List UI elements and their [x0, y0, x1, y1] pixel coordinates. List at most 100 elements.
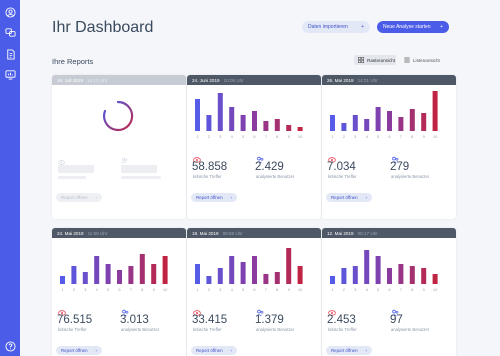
chevron-right-icon: ›: [365, 348, 367, 353]
report-date: 24. Juni 2019: [192, 77, 220, 83]
x-tick-label: 6: [388, 287, 391, 292]
x-tick-label: 1: [196, 134, 199, 139]
chart-bar: [375, 107, 381, 131]
analyzed-users-value: 1.379: [255, 314, 284, 326]
x-tick-label: 3: [354, 134, 357, 139]
report-time: 08:17 Uhr: [357, 230, 378, 236]
chart-bar: [195, 264, 200, 284]
analyzed-users-label: analysierte Benutzer: [256, 327, 295, 332]
chart-bar: [364, 119, 370, 131]
x-tick-label: 7: [400, 134, 403, 139]
report-card: 12. Mai 2019 08:17 Uhr 1 2 3 4 5 6 7 8 9 10 2.453 97 k…: [322, 228, 456, 356]
x-tick-label: 5: [242, 134, 245, 139]
x-tick-label: 9: [153, 287, 156, 292]
chart-bar: [297, 266, 303, 284]
chart-bar: [195, 99, 200, 131]
open-report-button[interactable]: Report öffnen ›: [56, 193, 102, 202]
chart-bar: [151, 264, 157, 284]
x-tick-label: 8: [141, 287, 144, 292]
critical-hits-value: 7.034: [327, 161, 356, 173]
help-icon[interactable]: [4, 340, 16, 352]
x-tick-label: 8: [276, 134, 279, 139]
open-report-label: Report öffnen: [331, 195, 358, 200]
card-header: 24. Mai 2019 11:59 Uhr: [52, 228, 186, 238]
open-report-button[interactable]: Report öffnen ›: [326, 346, 372, 355]
hits-icon: [193, 151, 201, 163]
label-placeholder: [58, 176, 86, 179]
report-card: 16. Juli 2019 16:12 Uhr Report öffnen ›: [52, 75, 186, 219]
report-bar-chart: 1 2 3 4 5 6 7 8 9 10: [330, 250, 438, 292]
report-card: 24. Mai 2019 11:59 Uhr 1 2 3 4 5 6 7 8 9 10 76.515 3.…: [52, 228, 186, 356]
chart-bar: [60, 276, 65, 284]
report-date: 26. Mai 2019: [327, 77, 354, 83]
open-report-button[interactable]: Report öffnen ›: [191, 346, 237, 355]
x-tick-label: 10: [298, 287, 303, 292]
open-report-label: Report öffnen: [196, 195, 223, 200]
chart-bar: [387, 268, 392, 284]
chart-bar: [217, 268, 223, 284]
x-tick-label: 3: [354, 287, 357, 292]
x-tick-label: 4: [231, 134, 234, 139]
x-tick-label: 2: [208, 134, 211, 139]
chart-bar: [409, 266, 415, 284]
new-analysis-label: Neue Analyse starten: [383, 24, 431, 30]
grid-view-toggle[interactable]: Rasteransicht: [354, 55, 396, 65]
x-tick-label: 1: [331, 287, 334, 292]
x-tick-label: 3: [219, 287, 222, 292]
chart-bar: [94, 256, 100, 284]
x-tick-label: 1: [61, 287, 64, 292]
reports-heading: Ihre Reports: [52, 57, 94, 66]
chart-bar: [352, 115, 358, 131]
x-tick-label: 2: [343, 287, 346, 292]
list-view-toggle[interactable]: Listenansicht: [403, 55, 447, 65]
page-title: Ihr Dashboard: [52, 19, 154, 36]
open-report-label: Report öffnen: [61, 348, 88, 353]
new-analysis-button[interactable]: Neue Analyse starten +: [377, 21, 449, 33]
chart-bar: [398, 264, 404, 284]
report-bar-chart: 1 2 3 4 5 6 7 8 9 10: [195, 248, 303, 292]
x-tick-label: 7: [400, 287, 403, 292]
card-header: 16. Juli 2019 16:12 Uhr: [52, 75, 186, 85]
x-tick-label: 10: [298, 134, 303, 139]
list-icon: [404, 57, 410, 63]
reports-icon[interactable]: [4, 68, 16, 80]
analyzed-users-value: 279: [390, 161, 410, 173]
analyzed-users-label: analysierte Benutzer: [256, 174, 295, 179]
x-tick-label: 10: [433, 287, 438, 292]
chart-bar: [252, 111, 257, 131]
x-tick-label: 9: [288, 134, 291, 139]
open-report-button[interactable]: Report öffnen ›: [326, 193, 372, 202]
chart-bar: [274, 272, 280, 284]
chart-bar: [330, 276, 335, 284]
x-tick-label: 2: [73, 287, 76, 292]
chart-bar: [341, 268, 347, 284]
x-tick-label: 6: [253, 134, 256, 139]
open-report-button[interactable]: Report öffnen ›: [56, 346, 102, 355]
x-tick-label: 7: [265, 134, 268, 139]
report-time: 09:58 Uhr: [222, 230, 243, 236]
x-tick-label: 4: [96, 287, 99, 292]
hits-icon-placeholder: [58, 153, 65, 165]
grid-view-label: Rasteransicht: [367, 57, 396, 63]
chart-bar: [263, 121, 269, 131]
users-icon-placeholder: [121, 151, 128, 164]
x-tick-label: 3: [219, 134, 222, 139]
open-report-button[interactable]: Report öffnen ›: [191, 193, 237, 202]
profile-icon[interactable]: [4, 6, 16, 18]
hits-icon: [328, 304, 336, 316]
import-data-label: Daten importieren: [308, 24, 348, 30]
x-tick-label: 7: [130, 287, 133, 292]
chart-bar: [162, 256, 168, 284]
chart-bar: [375, 256, 381, 284]
users-icon: [391, 304, 399, 317]
report-card: 26. Mai 2019 14:31 Uhr 1 2 3 4 5 6 7 8 9 10 7.034 279…: [322, 75, 456, 219]
card-header: 26. Mai 2019 14:31 Uhr: [322, 75, 456, 85]
import-data-button[interactable]: Daten importieren +: [302, 21, 370, 33]
chart-bar: [364, 250, 370, 284]
document-icon[interactable]: [4, 48, 16, 60]
analysis-icon[interactable]: [4, 26, 16, 38]
x-tick-label: 4: [366, 134, 369, 139]
report-bar-chart: 1 2 3 4 5 6 7 8 9 10: [60, 254, 168, 292]
grid-icon: [358, 57, 364, 63]
report-card: 24. Juni 2019 10:05 Uhr 1 2 3 4 5 6 7 8 9 10 58.858 2…: [187, 75, 321, 219]
